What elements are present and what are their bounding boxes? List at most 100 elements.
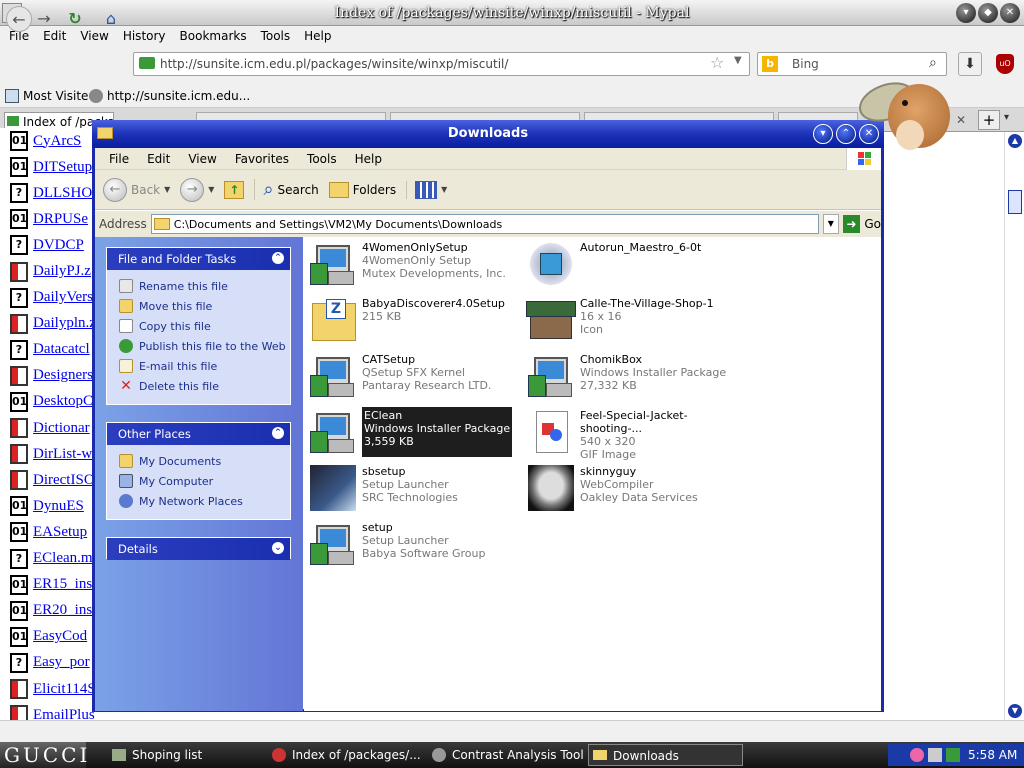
explorer-menu-file[interactable]: File — [100, 152, 138, 166]
places-panel-header[interactable]: Other Places ⌃ — [107, 423, 290, 445]
explorer-menu-favorites[interactable]: Favorites — [226, 152, 298, 166]
copy-task[interactable]: Copy this file — [107, 316, 290, 336]
back-button[interactable]: ← Back ▼ — [103, 177, 170, 202]
close-icon[interactable]: ✕ — [1000, 3, 1020, 23]
directory-link[interactable]: DITSetup — [33, 159, 92, 176]
go-button[interactable]: Go — [864, 217, 881, 231]
search-magnifier-icon[interactable]: ⌕ — [929, 55, 937, 71]
explorer-menu-tools[interactable]: Tools — [298, 152, 346, 166]
explorer-menu-edit[interactable]: Edit — [138, 152, 179, 166]
directory-link[interactable]: DirectISO — [33, 472, 95, 489]
search-input[interactable]: Bing — [757, 52, 947, 76]
explorer-title-bar[interactable]: Downloads — [92, 120, 884, 148]
forward-button[interactable]: → ▼ — [180, 177, 214, 202]
directory-link[interactable]: DailyPJ.z — [33, 263, 91, 280]
directory-link[interactable]: DLLSHO — [33, 185, 92, 202]
file-item[interactable]: setup Setup Launcher Babya Software Group — [308, 519, 518, 569]
scroll-thumb[interactable] — [1008, 190, 1022, 214]
directory-link[interactable]: EasyCod — [33, 628, 87, 645]
tab-list-icon[interactable]: ▾ — [1004, 112, 1009, 123]
task-shoping-list[interactable]: Shoping list — [108, 744, 268, 766]
directory-link[interactable]: EClean.m — [33, 550, 93, 567]
explorer-maximize-icon[interactable]: ⌃ — [836, 124, 856, 144]
task-contrast-analysis[interactable]: Contrast Analysis Tool — [428, 744, 588, 766]
bookmark-sunsite[interactable]: http://sunsite.icm.edu... — [107, 84, 250, 108]
directory-link[interactable]: ER20_ins — [33, 602, 92, 619]
email-task[interactable]: E-mail this file — [107, 356, 290, 376]
start-button[interactable]: GUCCI — [0, 742, 87, 768]
menu-tools[interactable]: Tools — [254, 26, 298, 46]
address-dropdown-icon[interactable]: ▼ — [822, 214, 839, 234]
file-item[interactable]: Calle-The-Village-Shop-1 16 x 16 Icon — [526, 295, 736, 345]
directory-link[interactable]: DailyVers — [33, 289, 93, 306]
url-bar[interactable]: http://sunsite.icm.edu.pl/packages/winsi… — [133, 52, 750, 76]
file-item[interactable]: Autorun_Maestro_6-0t — [526, 239, 736, 289]
my-network-places-link[interactable]: My Network Places — [107, 491, 290, 511]
menu-history[interactable]: History — [116, 26, 173, 46]
views-button[interactable]: ▼ — [406, 180, 447, 199]
my-documents-link[interactable]: My Documents — [107, 451, 290, 471]
file-item[interactable]: Z BabyaDiscoverer4.0Setup 215 KB — [308, 295, 518, 345]
directory-link[interactable]: CyArcS — [33, 133, 81, 150]
directory-link[interactable]: EmailPlus — [33, 707, 95, 720]
move-task[interactable]: Move this file — [107, 296, 290, 316]
directory-link[interactable]: DRPUSe — [33, 211, 88, 228]
reload-icon[interactable]: ↻ — [62, 6, 88, 32]
directory-link[interactable]: Designers — [33, 367, 93, 384]
my-computer-link[interactable]: My Computer — [107, 471, 290, 491]
file-item[interactable]: Feel-Special-Jacket-shooting-... 540 x 32… — [526, 407, 736, 461]
url-dropdown-icon[interactable]: ▼ — [734, 55, 742, 66]
tray-icon-2[interactable] — [928, 748, 942, 762]
address-input[interactable]: C:\Documents and Settings\VM2\My Documen… — [150, 214, 819, 234]
directory-link[interactable]: ER15_ins — [33, 576, 92, 593]
bookmark-star-icon[interactable]: ☆ — [710, 53, 724, 72]
directory-link[interactable]: Dictionar — [33, 420, 90, 437]
task-downloads[interactable]: Downloads — [588, 744, 743, 766]
directory-link[interactable]: DesktopC — [33, 393, 93, 410]
new-tab-icon[interactable]: + — [978, 110, 1000, 130]
menu-help[interactable]: Help — [297, 26, 338, 46]
file-item[interactable]: skinnyguy WebCompiler Oakley Data Services — [526, 463, 736, 513]
minimize-icon[interactable]: ▾ — [956, 3, 976, 23]
explorer-minimize-icon[interactable]: ▾ — [813, 124, 833, 144]
explorer-menu-view[interactable]: View — [179, 152, 225, 166]
directory-link[interactable]: Dailypln.z — [33, 315, 96, 332]
file-item[interactable]: sbsetup Setup Launcher SRC Technologies — [308, 463, 518, 513]
search-button[interactable]: ⌕ Search — [254, 179, 319, 200]
forward-arrow-icon[interactable]: → — [34, 6, 54, 32]
page-scrollbar[interactable]: ▲ ▼ — [1004, 132, 1024, 720]
file-item[interactable]: EClean Windows Installer Package 3,559 KB — [308, 407, 518, 457]
directory-link[interactable]: Datacatcl — [33, 341, 90, 358]
file-item[interactable]: 4WomenOnlySetup 4WomenOnly Setup Mutex Dev… — [308, 239, 518, 289]
directory-link[interactable]: Elicit114S — [33, 681, 96, 698]
menu-bookmarks[interactable]: Bookmarks — [173, 26, 254, 46]
directory-link[interactable]: DirList-w — [33, 446, 92, 463]
directory-link[interactable]: DynuES — [33, 498, 84, 515]
tray-icon-3[interactable] — [946, 748, 960, 762]
directory-link[interactable]: EASetup — [33, 524, 87, 541]
explorer-menu-help[interactable]: Help — [346, 152, 391, 166]
up-folder-button[interactable]: ↑ — [224, 180, 245, 199]
details-panel-header[interactable]: Details ⌄ — [107, 538, 290, 560]
home-icon[interactable]: ⌂ — [98, 6, 124, 32]
directory-link[interactable]: DVDCP — [33, 237, 84, 254]
task-index-of-packages[interactable]: Index of /packages/... — [268, 744, 428, 766]
publish-task[interactable]: Publish this file to the Web — [107, 336, 290, 356]
tasks-panel-header[interactable]: File and Folder Tasks ⌃ — [107, 248, 290, 270]
back-arrow-icon[interactable]: ← — [6, 6, 32, 32]
maximize-icon[interactable]: ◆ — [978, 3, 998, 23]
scroll-up-icon[interactable]: ▲ — [1008, 134, 1022, 148]
rename-task[interactable]: Rename this file — [107, 276, 290, 296]
ublock-icon[interactable]: uO — [996, 54, 1014, 74]
folders-button[interactable]: Folders — [328, 181, 396, 198]
tray-icon-1[interactable] — [910, 748, 924, 762]
bookmark-most-visited[interactable]: Most Visited — [23, 84, 96, 108]
clock[interactable]: 5:58 AM — [968, 744, 1017, 766]
go-arrow-icon[interactable]: ➜ — [842, 215, 861, 233]
delete-task[interactable]: ✕ Delete this file — [107, 376, 290, 396]
file-item[interactable]: ChomikBox Windows Installer Package 27,332… — [526, 351, 736, 401]
directory-link[interactable]: Easy_por — [33, 654, 90, 671]
file-item[interactable]: CATSetup QSetup SFX Kernel Pantaray Resear… — [308, 351, 518, 401]
download-arrow-icon[interactable]: ⬇ — [958, 52, 982, 76]
scroll-down-icon[interactable]: ▼ — [1008, 704, 1022, 718]
